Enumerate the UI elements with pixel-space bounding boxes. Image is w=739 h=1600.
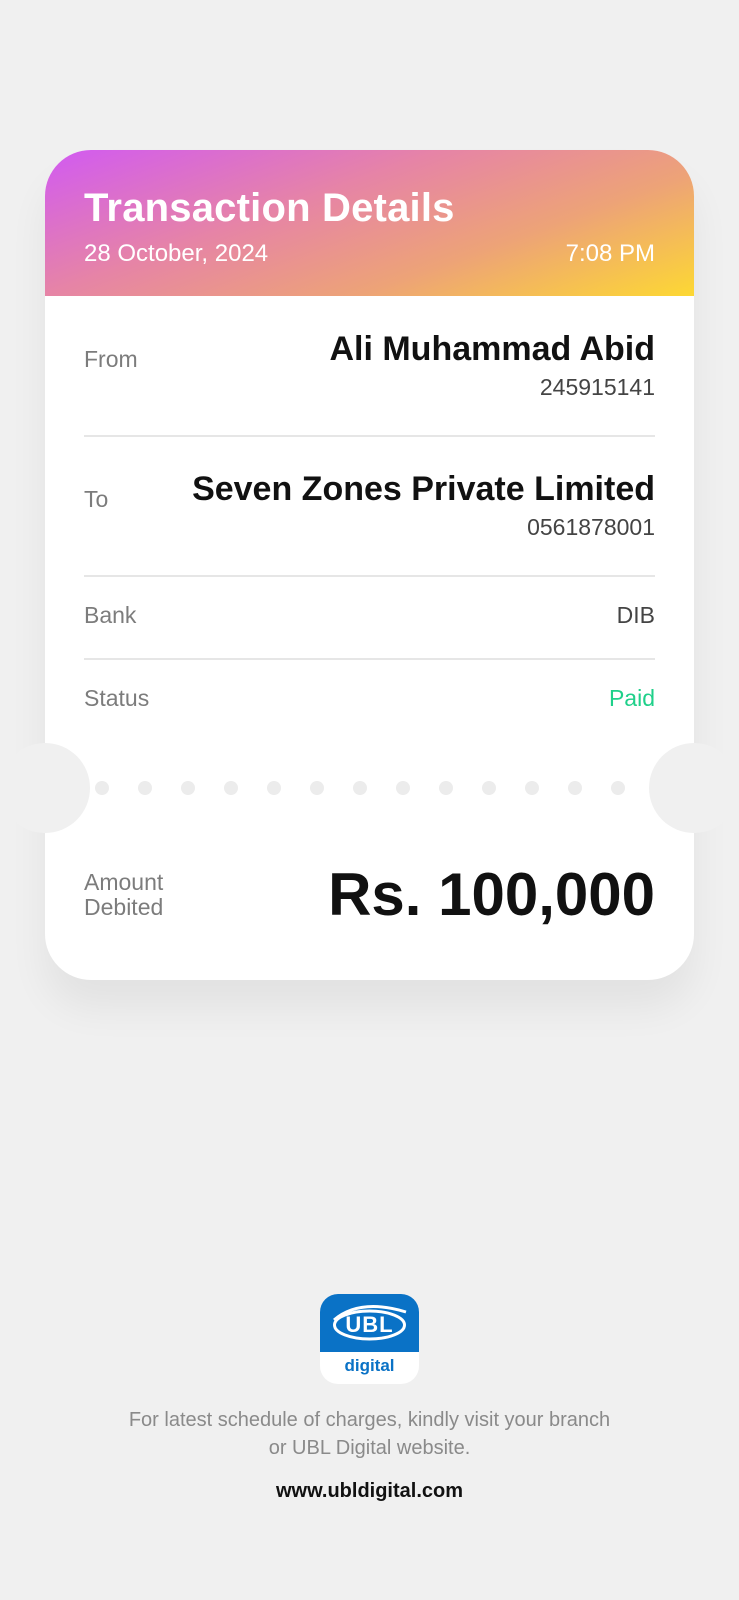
- perforation-dot: [396, 781, 410, 795]
- charges-note: For latest schedule of charges, kindly v…: [70, 1406, 669, 1462]
- perforation-dot: [611, 781, 625, 795]
- amount-debited-value: Rs. 100,000: [328, 861, 655, 928]
- bank-value: DIB: [616, 602, 655, 628]
- sender-name: Ali Muhammad Abid: [329, 330, 655, 368]
- perforation-dots: [95, 781, 655, 795]
- sender-account: 245915141: [539, 374, 655, 400]
- divider: [84, 658, 655, 660]
- perforation-dot: [95, 781, 109, 795]
- amount-label-line1: Amount: [84, 869, 164, 895]
- amount-label: Amount Debited: [84, 870, 163, 920]
- perforation-dot: [439, 781, 453, 795]
- transaction-time: 7:08 PM: [565, 240, 655, 267]
- website-link[interactable]: www.ubldigital.com: [70, 1480, 669, 1503]
- recipient-account: 0561878001: [527, 514, 655, 540]
- perforation-dot: [353, 781, 367, 795]
- receipt-header: Transaction Details 28 October, 2024 7:0…: [45, 150, 694, 296]
- charges-note-line2: or UBL Digital website.: [268, 1437, 471, 1459]
- perforation-dot: [181, 781, 195, 795]
- from-row: From Ali Muhammad Abid 245915141: [84, 330, 655, 400]
- charges-note-line1: For latest schedule of charges, kindly v…: [128, 1409, 611, 1431]
- to-row: To Seven Zones Private Limited 056187800…: [84, 470, 655, 540]
- transaction-date: 28 October, 2024: [84, 240, 269, 267]
- ubl-digital-logo: UBL digital: [320, 1294, 419, 1384]
- status-row: Status Paid: [84, 685, 655, 715]
- ubl-logo-mark: UBL: [320, 1294, 419, 1352]
- perforation-dot: [482, 781, 496, 795]
- page-title: Transaction Details: [84, 186, 455, 230]
- perforation-dot: [224, 781, 238, 795]
- perforation-dot: [310, 781, 324, 795]
- bank-label: Bank: [84, 602, 137, 628]
- bank-row: Bank DIB: [84, 602, 655, 632]
- status-label: Status: [84, 685, 150, 711]
- perforation-dot: [568, 781, 582, 795]
- to-label: To: [84, 486, 109, 512]
- recipient-name: Seven Zones Private Limited: [192, 470, 655, 508]
- ticket-notch-right: [649, 743, 739, 833]
- status-badge: Paid: [608, 685, 655, 711]
- perforation-dot: [267, 781, 281, 795]
- perforation-dot: [525, 781, 539, 795]
- divider: [84, 575, 655, 577]
- from-label: From: [84, 346, 138, 372]
- amount-label-line2: Debited: [84, 894, 164, 920]
- ubl-logo-digital-text: digital: [344, 1356, 395, 1375]
- divider: [84, 435, 655, 437]
- ubl-logo-text: UBL: [345, 1312, 394, 1337]
- perforation-dot: [138, 781, 152, 795]
- ticket-notch-left: [0, 743, 90, 833]
- transaction-receipt-card: Transaction Details 28 October, 2024 7:0…: [0, 150, 739, 980]
